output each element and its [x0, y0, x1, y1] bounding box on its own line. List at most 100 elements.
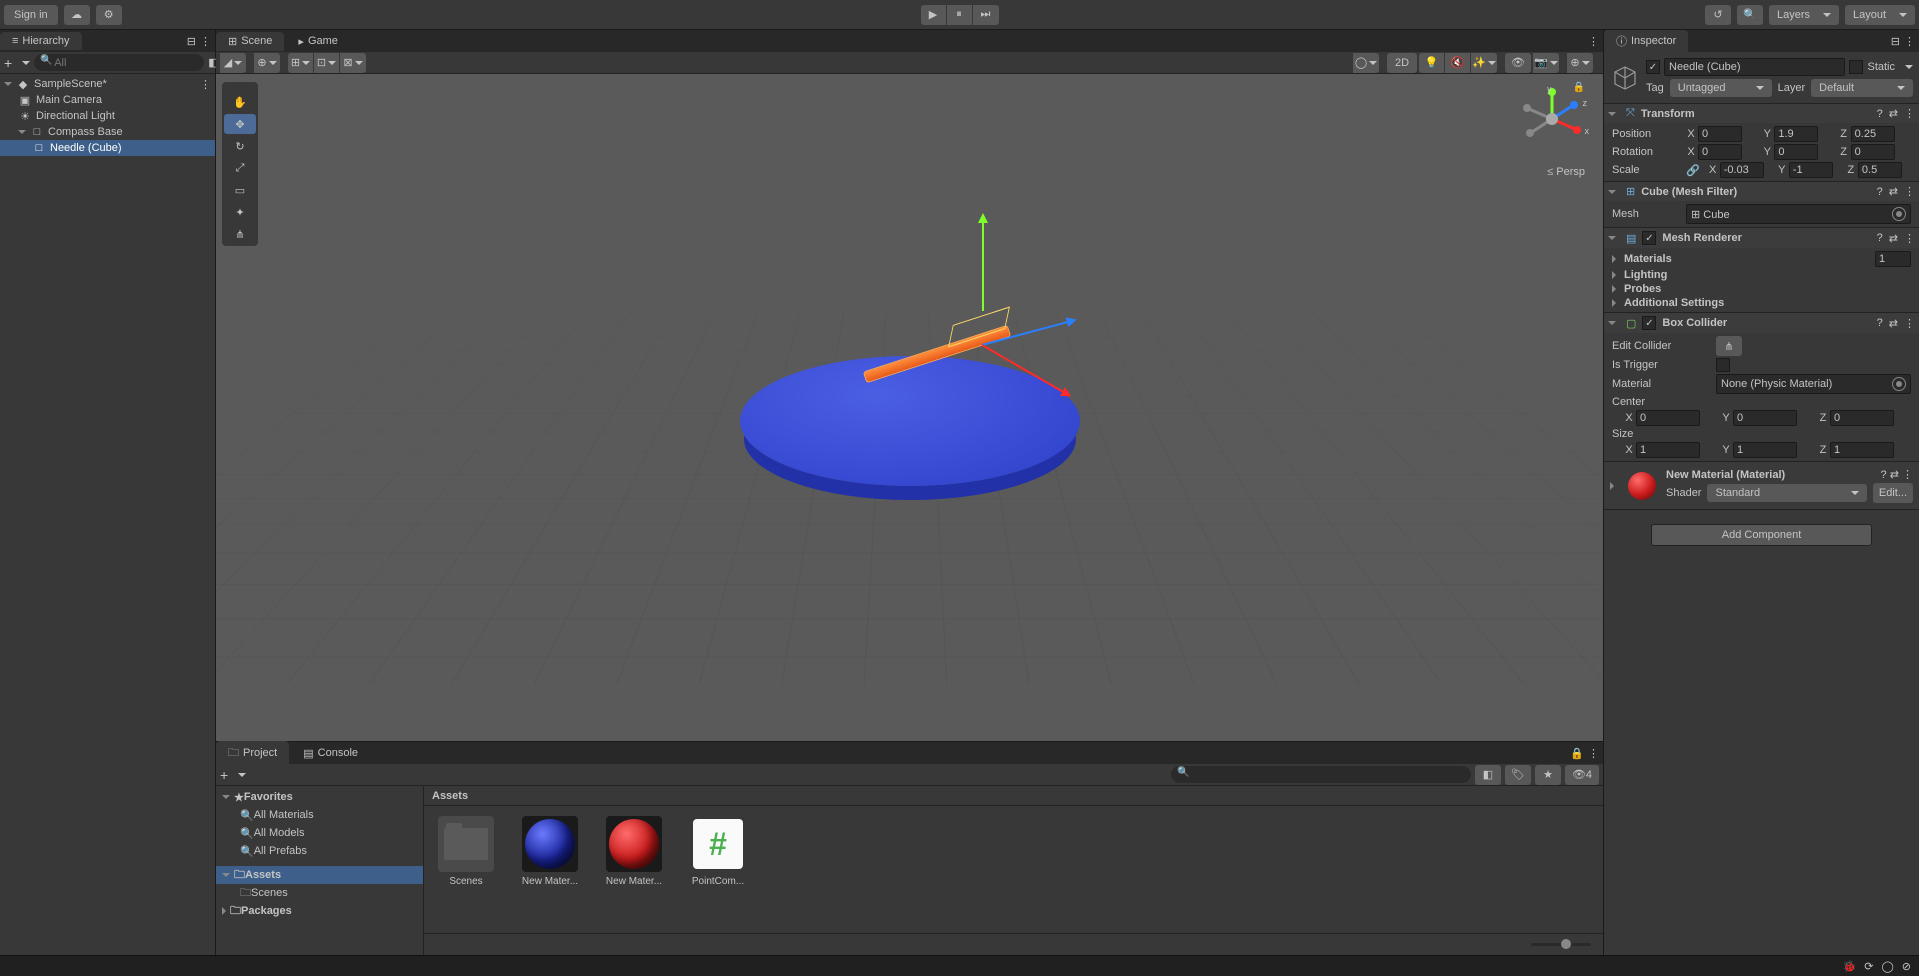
size-y-input[interactable] — [1733, 442, 1797, 458]
tab-console[interactable]: ▤Console — [291, 744, 370, 763]
position-x-input[interactable] — [1698, 126, 1742, 142]
custom-tool-button[interactable]: ⋔ — [224, 224, 256, 244]
auto-refresh-icon[interactable]: ⟳ — [1864, 960, 1873, 973]
scale-y-input[interactable] — [1789, 162, 1833, 178]
mesh-object-field[interactable]: ⊞ Cube — [1686, 204, 1911, 224]
gizmo-lock-icon[interactable]: 🔒 — [1573, 82, 1585, 93]
scale-x-input[interactable] — [1720, 162, 1764, 178]
mesh-renderer-header[interactable]: ▤ Mesh Renderer ? ⇄ ⋮ — [1604, 228, 1919, 248]
tag-dropdown[interactable]: Untagged — [1670, 79, 1772, 97]
layout-dropdown[interactable]: Layout — [1845, 5, 1915, 25]
enabled-checkbox[interactable] — [1642, 316, 1656, 330]
hierarchy-item-directional-light[interactable]: ☀ Directional Light — [0, 108, 215, 124]
constrain-icon[interactable]: 🔗 — [1686, 164, 1700, 177]
step-button[interactable]: ⏭ — [973, 5, 999, 25]
fav-models[interactable]: 🔍 All Models — [216, 824, 423, 842]
additional-row[interactable]: Additional Settings — [1604, 296, 1919, 310]
materials-count-input[interactable] — [1875, 251, 1911, 267]
static-dropdown-icon[interactable] — [1905, 65, 1913, 69]
add-dropdown-icon[interactable] — [238, 773, 246, 777]
gameobject-icon[interactable] — [1610, 63, 1640, 93]
transform-header[interactable]: ⤧ Transform ? ⇄ ⋮ — [1604, 104, 1919, 123]
snap-increment-button[interactable]: ⊡ — [314, 53, 340, 73]
hierarchy-item-compass-base[interactable]: □ Compass Base — [0, 124, 215, 140]
physic-material-field[interactable]: None (Physic Material) — [1716, 374, 1911, 394]
rotation-z-input[interactable] — [1851, 144, 1895, 160]
asset-scenes-folder[interactable]: Scenes — [434, 816, 498, 887]
debug-draw-button[interactable]: ◯ — [1353, 53, 1379, 73]
menu-icon[interactable]: ⋮ — [200, 35, 211, 48]
pause-button[interactable]: ⏸ — [947, 5, 973, 25]
center-y-input[interactable] — [1733, 410, 1797, 426]
lighting-row[interactable]: Lighting — [1604, 268, 1919, 282]
scenes-folder[interactable]: 🗀 Scenes — [216, 884, 423, 902]
help-icon[interactable]: ? — [1877, 108, 1883, 120]
scene-viewport[interactable]: ✋ ✥ ↻ ⤢ ▭ ✦ ⋔ y x z — [216, 74, 1603, 741]
center-x-input[interactable] — [1636, 410, 1700, 426]
search-by-type-button[interactable]: ◧ — [1475, 765, 1501, 785]
hidden-packages-button[interactable]: 👁 4 — [1565, 765, 1599, 785]
object-name-input[interactable] — [1664, 58, 1845, 76]
tab-game[interactable]: ▸Game — [286, 32, 350, 51]
preset-icon[interactable]: ⇄ — [1889, 185, 1898, 198]
asset-material-blue[interactable]: New Mater... — [518, 816, 582, 887]
perspective-label[interactable]: ≤ Persp — [1547, 166, 1585, 178]
play-button[interactable]: ▶ — [921, 5, 947, 25]
rotate-tool-button[interactable]: ↻ — [224, 136, 256, 156]
menu-icon[interactable]: ⋮ — [1904, 317, 1915, 330]
fav-prefabs[interactable]: 🔍 All Prefabs — [216, 842, 423, 860]
size-z-input[interactable] — [1830, 442, 1894, 458]
cache-server-icon[interactable]: ◯ — [1881, 960, 1893, 973]
hierarchy-item-needle[interactable]: □ Needle (Cube) — [0, 140, 215, 156]
menu-icon[interactable]: ⋮ — [1904, 185, 1915, 198]
asset-script[interactable]: # PointCom... — [686, 816, 750, 887]
services-button[interactable]: ⚙ — [96, 5, 122, 25]
materials-row[interactable]: Materials — [1604, 250, 1919, 268]
menu-icon[interactable]: ⋮ — [1588, 35, 1599, 48]
active-checkbox[interactable] — [1646, 60, 1660, 74]
gizmos-button[interactable]: ⊕ — [1567, 53, 1593, 73]
help-icon[interactable]: ? — [1881, 469, 1887, 481]
search-button[interactable]: 🔍 — [1737, 5, 1763, 25]
snap-toggle-button[interactable]: ⊠ — [340, 53, 366, 73]
hidden-objects-button[interactable]: 👁 — [1505, 53, 1531, 73]
packages-folder[interactable]: 🗀 Packages — [216, 902, 423, 920]
pivot-button[interactable]: ⊕ — [254, 53, 280, 73]
tab-hierarchy[interactable]: ≡Hierarchy — [0, 32, 82, 50]
2d-toggle-button[interactable]: 2D — [1387, 53, 1417, 73]
layers-dropdown[interactable]: Layers — [1769, 5, 1839, 25]
mesh-filter-header[interactable]: ⊞ Cube (Mesh Filter) ? ⇄ ⋮ — [1604, 182, 1919, 201]
orientation-gizmo[interactable]: y x z 🔒 — [1517, 84, 1587, 164]
detach-icon[interactable]: ⊟ — [187, 35, 196, 48]
probes-row[interactable]: Probes — [1604, 282, 1919, 296]
progress-icon[interactable]: ⊘ — [1902, 960, 1911, 973]
shader-dropdown[interactable]: Standard — [1707, 484, 1866, 502]
assets-folder[interactable]: 🗀 Assets — [216, 866, 423, 884]
scene-menu-icon[interactable]: ⋮ — [200, 78, 211, 91]
preset-icon[interactable]: ⇄ — [1889, 232, 1898, 245]
draw-mode-button[interactable]: ◢ — [220, 53, 246, 73]
lock-icon[interactable]: 🔒 — [1570, 747, 1584, 760]
grid-snap-button[interactable]: ⊞ — [288, 53, 314, 73]
menu-icon[interactable]: ⋮ — [1904, 35, 1915, 48]
center-z-input[interactable] — [1830, 410, 1894, 426]
edit-collider-button[interactable]: ⋔ — [1716, 336, 1742, 356]
object-picker-icon[interactable] — [1892, 377, 1906, 391]
asset-material-red[interactable]: New Mater... — [602, 816, 666, 887]
add-component-button[interactable]: Add Component — [1651, 524, 1872, 546]
fav-materials[interactable]: 🔍 All Materials — [216, 806, 423, 824]
transform-tool-button[interactable]: ✦ — [224, 202, 256, 222]
project-search-input[interactable] — [1171, 766, 1471, 783]
add-icon[interactable]: + — [220, 767, 228, 783]
sign-in-button[interactable]: Sign in — [4, 5, 58, 25]
preset-icon[interactable]: ⇄ — [1889, 107, 1898, 120]
hierarchy-item-main-camera[interactable]: ▣ Main Camera — [0, 92, 215, 108]
thumbnail-size-slider[interactable] — [1531, 943, 1591, 946]
expand-icon[interactable] — [1608, 190, 1616, 194]
size-x-input[interactable] — [1636, 442, 1700, 458]
menu-icon[interactable]: ⋮ — [1902, 468, 1913, 481]
tab-project[interactable]: 🗀Project — [216, 741, 289, 766]
object-picker-icon[interactable] — [1892, 207, 1906, 221]
rect-tool-button[interactable]: ▭ — [224, 180, 256, 200]
lighting-toggle-button[interactable]: 💡 — [1419, 53, 1445, 73]
